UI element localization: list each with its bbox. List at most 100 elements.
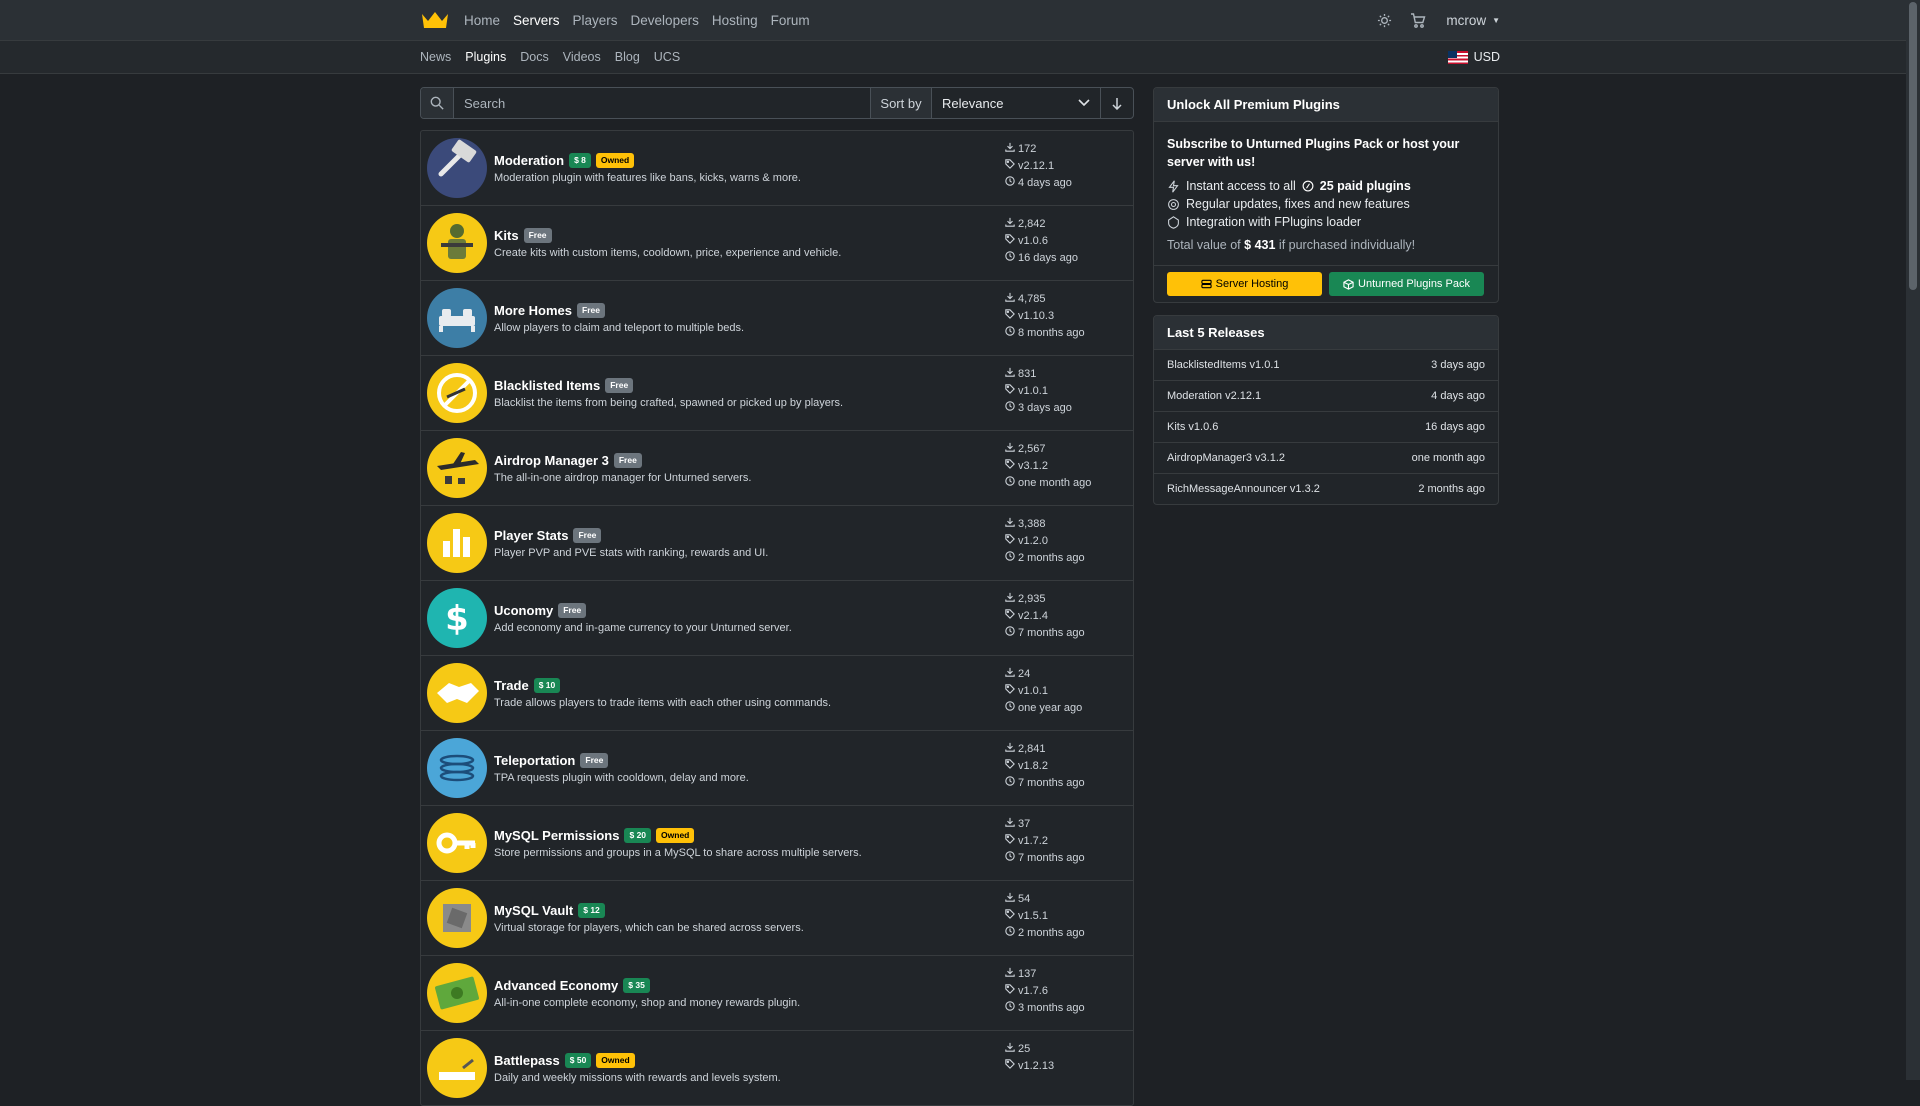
release-row[interactable]: BlacklistedItems v1.0.1 3 days ago [1154, 350, 1498, 381]
download-icon [1005, 591, 1015, 608]
tag-icon [1005, 833, 1015, 850]
theme-toggle-sun-icon[interactable] [1377, 13, 1392, 28]
plugin-name[interactable]: Advanced Economy [494, 978, 618, 993]
plugin-name[interactable]: Airdrop Manager 3 [494, 453, 609, 468]
clock-icon [1005, 700, 1015, 717]
plugin-name[interactable]: Battlepass [494, 1053, 560, 1068]
plugin-meta: 831 v1.0.1 3 days ago [1005, 366, 1072, 417]
scrollbar-thumb[interactable] [1909, 2, 1917, 290]
subnav-news[interactable]: News [420, 50, 451, 64]
plugin-name[interactable]: Trade [494, 678, 529, 693]
download-icon [1005, 516, 1015, 533]
plugin-image[interactable] [427, 1038, 487, 1098]
release-name[interactable]: AirdropManager3 v3.1.2 [1167, 452, 1285, 464]
plugin-image[interactable]: $ [427, 588, 487, 648]
release-name[interactable]: BlacklistedItems v1.0.1 [1167, 359, 1280, 371]
plugin-image[interactable] [427, 888, 487, 948]
arrow-down-icon [1112, 97, 1122, 110]
plugin-image[interactable] [427, 963, 487, 1023]
plugin-row[interactable]: Moderation $ 8 Owned Moderation plugin wi… [421, 131, 1133, 206]
plugin-name[interactable]: Uconomy [494, 603, 553, 618]
server-hosting-label: Server Hosting [1215, 278, 1289, 290]
release-row[interactable]: Moderation v2.12.1 4 days ago [1154, 381, 1498, 412]
soldier-icon [441, 224, 473, 259]
plugin-image[interactable] [427, 813, 487, 873]
plugin-image[interactable] [427, 213, 487, 273]
nav-hosting[interactable]: Hosting [712, 13, 758, 28]
download-icon [1005, 216, 1015, 233]
nav-home[interactable]: Home [464, 13, 500, 28]
subnav-plugins[interactable]: Plugins [465, 50, 506, 64]
plugin-image[interactable] [427, 663, 487, 723]
subnav-videos[interactable]: Videos [563, 50, 601, 64]
plugin-row[interactable]: Blacklisted Items Free Blacklist the ite… [421, 356, 1133, 431]
user-menu[interactable]: mcrow ▼ [1446, 13, 1500, 28]
handshake-icon [437, 683, 479, 703]
plugin-row[interactable]: $ Uconomy Free Add economy and in-game c… [421, 581, 1133, 656]
download-icon [1005, 441, 1015, 458]
plugin-row[interactable]: Player Stats Free Player PVP and PVE sta… [421, 506, 1133, 581]
plugin-row[interactable]: Advanced Economy $ 35 All-in-one complet… [421, 956, 1133, 1031]
sort-select[interactable]: Relevance [932, 88, 1100, 118]
plugin-row[interactable]: Teleportation Free TPA requests plugin w… [421, 731, 1133, 806]
feature-item: Integration with FPlugins loader [1167, 215, 1485, 229]
clock-icon [1005, 325, 1015, 342]
plugin-image[interactable] [427, 513, 487, 573]
plugin-image[interactable] [427, 138, 487, 198]
plugin-image[interactable] [427, 738, 487, 798]
plugin-name[interactable]: Teleportation [494, 753, 575, 768]
plugin-name[interactable]: Blacklisted Items [494, 378, 600, 393]
download-count: 2,841 [1018, 743, 1046, 755]
nav-servers[interactable]: Servers [513, 13, 560, 28]
nav-developers[interactable]: Developers [631, 13, 699, 28]
search-input[interactable] [454, 88, 870, 118]
free-badge: Free [580, 752, 609, 768]
release-name[interactable]: Moderation v2.12.1 [1167, 390, 1261, 402]
sort-direction-button[interactable] [1100, 88, 1133, 118]
releases-title: Last 5 Releases [1154, 316, 1498, 350]
plugin-meta: 3,388 v1.2.0 2 months ago [1005, 516, 1085, 567]
currency-selector[interactable]: USD [1447, 50, 1500, 64]
tag-icon [1005, 683, 1015, 700]
plugins-pack-button[interactable]: Unturned Plugins Pack [1329, 272, 1484, 296]
plugin-name[interactable]: Kits [494, 228, 519, 243]
crown-logo-icon[interactable] [420, 9, 450, 31]
cart-icon[interactable] [1410, 12, 1426, 28]
plugin-name[interactable]: Player Stats [494, 528, 568, 543]
release-name[interactable]: RichMessageAnnouncer v1.3.2 [1167, 483, 1320, 495]
server-hosting-button[interactable]: Server Hosting [1167, 272, 1322, 296]
subnav-docs[interactable]: Docs [520, 50, 548, 64]
release-row[interactable]: AirdropManager3 v3.1.2 one month ago [1154, 443, 1498, 474]
username: mcrow [1446, 12, 1487, 28]
feature-item: Regular updates, fixes and new features [1167, 197, 1485, 211]
feature-text: Regular updates, fixes and new features [1186, 197, 1410, 211]
release-name[interactable]: Kits v1.0.6 [1167, 421, 1218, 433]
plugin-coin-icon [1302, 180, 1314, 192]
page-scrollbar[interactable] [1906, 0, 1920, 1080]
tag-icon [1005, 608, 1015, 625]
release-row[interactable]: Kits v1.0.6 16 days ago [1154, 412, 1498, 443]
clock-icon [1005, 250, 1015, 267]
plugin-image[interactable] [427, 438, 487, 498]
plugin-row[interactable]: MySQL Vault $ 12 Virtual storage for pla… [421, 881, 1133, 956]
nav-players[interactable]: Players [573, 13, 618, 28]
plugin-updated: one year ago [1018, 702, 1083, 714]
release-row[interactable]: RichMessageAnnouncer v1.3.2 2 months ago [1154, 474, 1498, 504]
plugin-row[interactable]: Trade $ 10 Trade allows players to trade… [421, 656, 1133, 731]
nav-forum[interactable]: Forum [771, 13, 810, 28]
plugin-image[interactable] [427, 288, 487, 348]
subnav-ucs[interactable]: UCS [654, 50, 680, 64]
premium-card-title: Unlock All Premium Plugins [1154, 88, 1498, 122]
plugin-row[interactable]: MySQL Permissions $ 20 Owned Store permis… [421, 806, 1133, 881]
plugin-row[interactable]: More Homes Free Allow players to claim a… [421, 281, 1133, 356]
subnav-blog[interactable]: Blog [615, 50, 640, 64]
download-icon [1005, 366, 1015, 383]
plugin-name[interactable]: Moderation [494, 153, 564, 168]
plugin-name[interactable]: More Homes [494, 303, 572, 318]
plugin-name[interactable]: MySQL Vault [494, 903, 573, 918]
plugin-image[interactable] [427, 363, 487, 423]
plugin-row[interactable]: Kits Free Create kits with custom items,… [421, 206, 1133, 281]
plugin-row[interactable]: Battlepass $ 50 Owned Daily and weekly mi… [421, 1031, 1133, 1105]
plugin-row[interactable]: Airdrop Manager 3 Free The all-in-one ai… [421, 431, 1133, 506]
plugin-name[interactable]: MySQL Permissions [494, 828, 619, 843]
